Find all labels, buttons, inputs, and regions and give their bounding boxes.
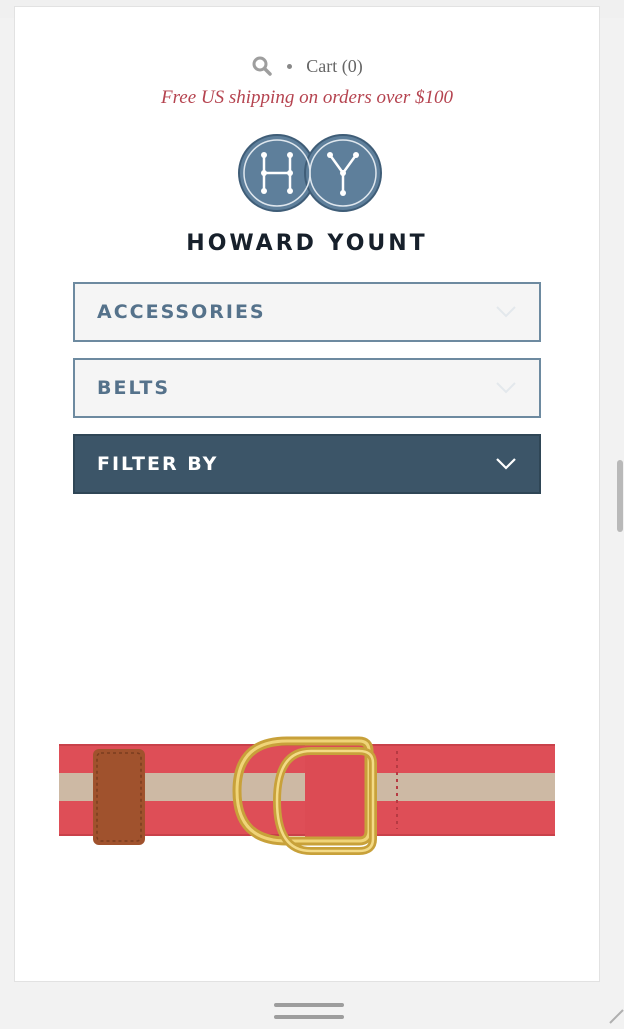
utility-bar: Cart (0)	[15, 53, 599, 79]
filter-by-dropdown[interactable]: FILTER BY	[73, 434, 541, 494]
cart-link[interactable]: Cart (0)	[306, 56, 362, 77]
filter-belts-dropdown[interactable]: BELTS	[73, 358, 541, 418]
chevron-down-icon	[495, 457, 517, 471]
filter-accessories-dropdown[interactable]: ACCESSORIES	[73, 282, 541, 342]
resize-corner-icon[interactable]	[608, 1008, 624, 1024]
drag-handle-line[interactable]	[274, 1015, 344, 1019]
shipping-promo: Free US shipping on orders over $100	[160, 87, 453, 108]
drag-handle-line[interactable]	[274, 1003, 344, 1007]
dropdown-label: ACCESSORIES	[97, 301, 266, 323]
vertical-scrollbar[interactable]	[617, 460, 623, 532]
page-container: Cart (0) Free US shipping on orders over…	[14, 6, 600, 982]
dropdown-label: BELTS	[97, 377, 171, 399]
brand-name: HOWARD YOUNT	[186, 231, 428, 256]
dropdown-label: FILTER BY	[97, 453, 219, 475]
chevron-down-icon	[495, 381, 517, 395]
chevron-down-icon	[495, 305, 517, 319]
brand-logo[interactable]	[237, 133, 383, 215]
separator-dot	[287, 63, 293, 69]
product-image-belt[interactable]	[59, 721, 555, 861]
search-icon[interactable]	[251, 55, 273, 77]
